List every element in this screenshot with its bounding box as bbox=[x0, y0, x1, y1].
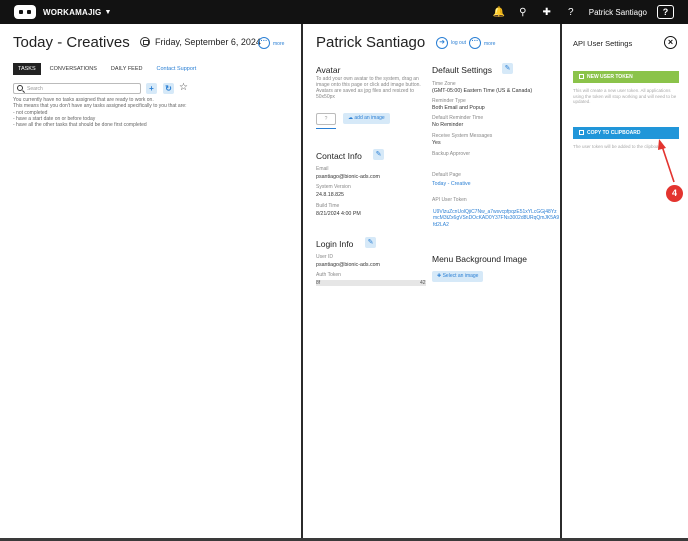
bell-icon[interactable]: 🔔 bbox=[487, 7, 511, 18]
default-settings-title: Default Settings bbox=[432, 65, 493, 75]
profile-name: Patrick Santiago bbox=[316, 34, 426, 51]
logout-link[interactable]: log out bbox=[451, 40, 466, 46]
receive-system-messages-value: Yes bbox=[432, 140, 441, 146]
profile-panel: Patrick Santiago ➜ log out ··· more Avat… bbox=[303, 24, 560, 538]
plus-icon[interactable]: ✚ bbox=[535, 7, 559, 18]
add-image-button[interactable]: ☁ add an image bbox=[343, 113, 390, 124]
help-button[interactable]: ? bbox=[657, 5, 674, 19]
menu-background-title: Menu Background Image bbox=[432, 254, 527, 264]
edit-settings-pencil-icon[interactable]: ✎ bbox=[502, 63, 513, 74]
top-right-actions: 🔔 ⚲ ✚ ? Patrick Santiago ? bbox=[487, 0, 688, 24]
today-panel: Today - Creatives Friday, September 6, 2… bbox=[0, 24, 301, 538]
default-reminder-time-value: No Reminder bbox=[432, 122, 464, 128]
star-icon[interactable]: ☆ bbox=[179, 82, 188, 93]
default-page-value[interactable]: Today - Creative bbox=[432, 181, 471, 187]
default-page-label: Default Page bbox=[432, 172, 461, 178]
reminder-type-label: Reminder Type bbox=[432, 98, 466, 104]
add-task-button[interactable]: + bbox=[146, 83, 157, 94]
more-label[interactable]: more bbox=[273, 41, 284, 47]
workamajig-logo-icon[interactable] bbox=[14, 5, 36, 19]
build-time-value: 8/21/2024 4:00 PM bbox=[316, 211, 361, 217]
search-icon[interactable]: ⚲ bbox=[511, 7, 535, 18]
user-id-value: psantiago@bionic-ads.com bbox=[316, 262, 380, 268]
build-time-label: Build Time bbox=[316, 203, 340, 209]
system-version-label: System Version bbox=[316, 184, 351, 190]
user-menu[interactable]: Patrick Santiago bbox=[589, 8, 647, 17]
user-id-label: User ID bbox=[316, 254, 333, 260]
time-zone-label: Time Zone bbox=[432, 81, 456, 87]
help-icon[interactable]: ? bbox=[559, 7, 583, 18]
step-number-badge: 4 bbox=[666, 185, 683, 202]
select-image-label: Select an image bbox=[442, 273, 479, 279]
add-image-label: add an image bbox=[354, 115, 385, 121]
auth-token-end: 42 bbox=[420, 280, 426, 286]
no-tasks-line: - have all the other tasks that should b… bbox=[13, 122, 147, 129]
select-image-button[interactable]: ✚ Select an image bbox=[432, 271, 484, 282]
logout-icon[interactable]: ➜ bbox=[436, 37, 448, 49]
more-icon[interactable]: ··· bbox=[258, 37, 270, 49]
tab-conversations[interactable]: CONVERSATIONS bbox=[45, 63, 102, 75]
search-placeholder: Search bbox=[27, 86, 43, 92]
tab-tasks[interactable]: TASKS bbox=[13, 63, 41, 75]
login-info-title: Login Info bbox=[316, 239, 354, 249]
time-zone-value: (GMT-05:00) Eastern Time (US & Canada) bbox=[432, 88, 533, 94]
more-label[interactable]: more bbox=[484, 41, 495, 47]
chevron-down-icon[interactable]: ▼ bbox=[104, 9, 111, 16]
auth-token-start: 8f bbox=[316, 280, 321, 286]
today-tabs: TASKS CONVERSATIONS DAILY FEED Contact S… bbox=[13, 63, 205, 75]
brand-name[interactable]: WORKAMAJIG bbox=[43, 8, 101, 17]
refresh-button[interactable]: ↻ bbox=[163, 83, 174, 94]
api-user-token-label: API User Token bbox=[432, 197, 467, 203]
top-navigation-bar: WORKAMAJIG ▼ 🔔 ⚲ ✚ ? Patrick Santiago ? bbox=[0, 0, 688, 24]
backup-approver-label: Backup Approver bbox=[432, 151, 471, 157]
auth-token-mask bbox=[316, 280, 426, 286]
more-icon[interactable]: ··· bbox=[469, 37, 481, 49]
avatar-title: Avatar bbox=[316, 65, 341, 75]
auth-token-label: Auth Token bbox=[316, 272, 341, 278]
avatar: ? bbox=[316, 113, 336, 125]
email-label: Email bbox=[316, 166, 329, 172]
search-input[interactable]: Search bbox=[13, 83, 141, 94]
api-user-settings-panel: API User Settings × NEW USER TOKEN This … bbox=[562, 24, 688, 538]
search-icon bbox=[17, 85, 23, 91]
avatar-description: To add your own avatar to the system, dr… bbox=[316, 76, 421, 100]
edit-contact-pencil-icon[interactable]: ✎ bbox=[373, 149, 384, 160]
reminder-type-value: Both Email and Popup bbox=[432, 105, 485, 111]
tab-daily-feed[interactable]: DAILY FEED bbox=[106, 63, 148, 75]
avatar-underline bbox=[316, 128, 336, 129]
email-value: psantiago@bionic-ads.com bbox=[316, 174, 380, 180]
default-reminder-time-label: Default Reminder Time bbox=[432, 115, 484, 121]
contact-support-link[interactable]: Contact Support bbox=[152, 63, 202, 75]
calendar-icon[interactable] bbox=[140, 37, 150, 47]
receive-system-messages-label: Receive System Messages bbox=[432, 133, 493, 139]
current-date[interactable]: Friday, September 6, 2024 bbox=[155, 37, 261, 47]
contact-info-title: Contact Info bbox=[316, 151, 362, 161]
page-title: Today - Creatives bbox=[13, 34, 130, 51]
edit-login-pencil-icon[interactable]: ✎ bbox=[365, 237, 376, 248]
no-tasks-message: You currently have no tasks assigned tha… bbox=[13, 97, 273, 128]
system-version-value: 24.8.18.825 bbox=[316, 192, 344, 198]
api-user-token-value[interactable]: U9VlzuZcnUolQjiC7Nw_a7wsvcpfpqzE51xYLcGG… bbox=[433, 209, 560, 228]
